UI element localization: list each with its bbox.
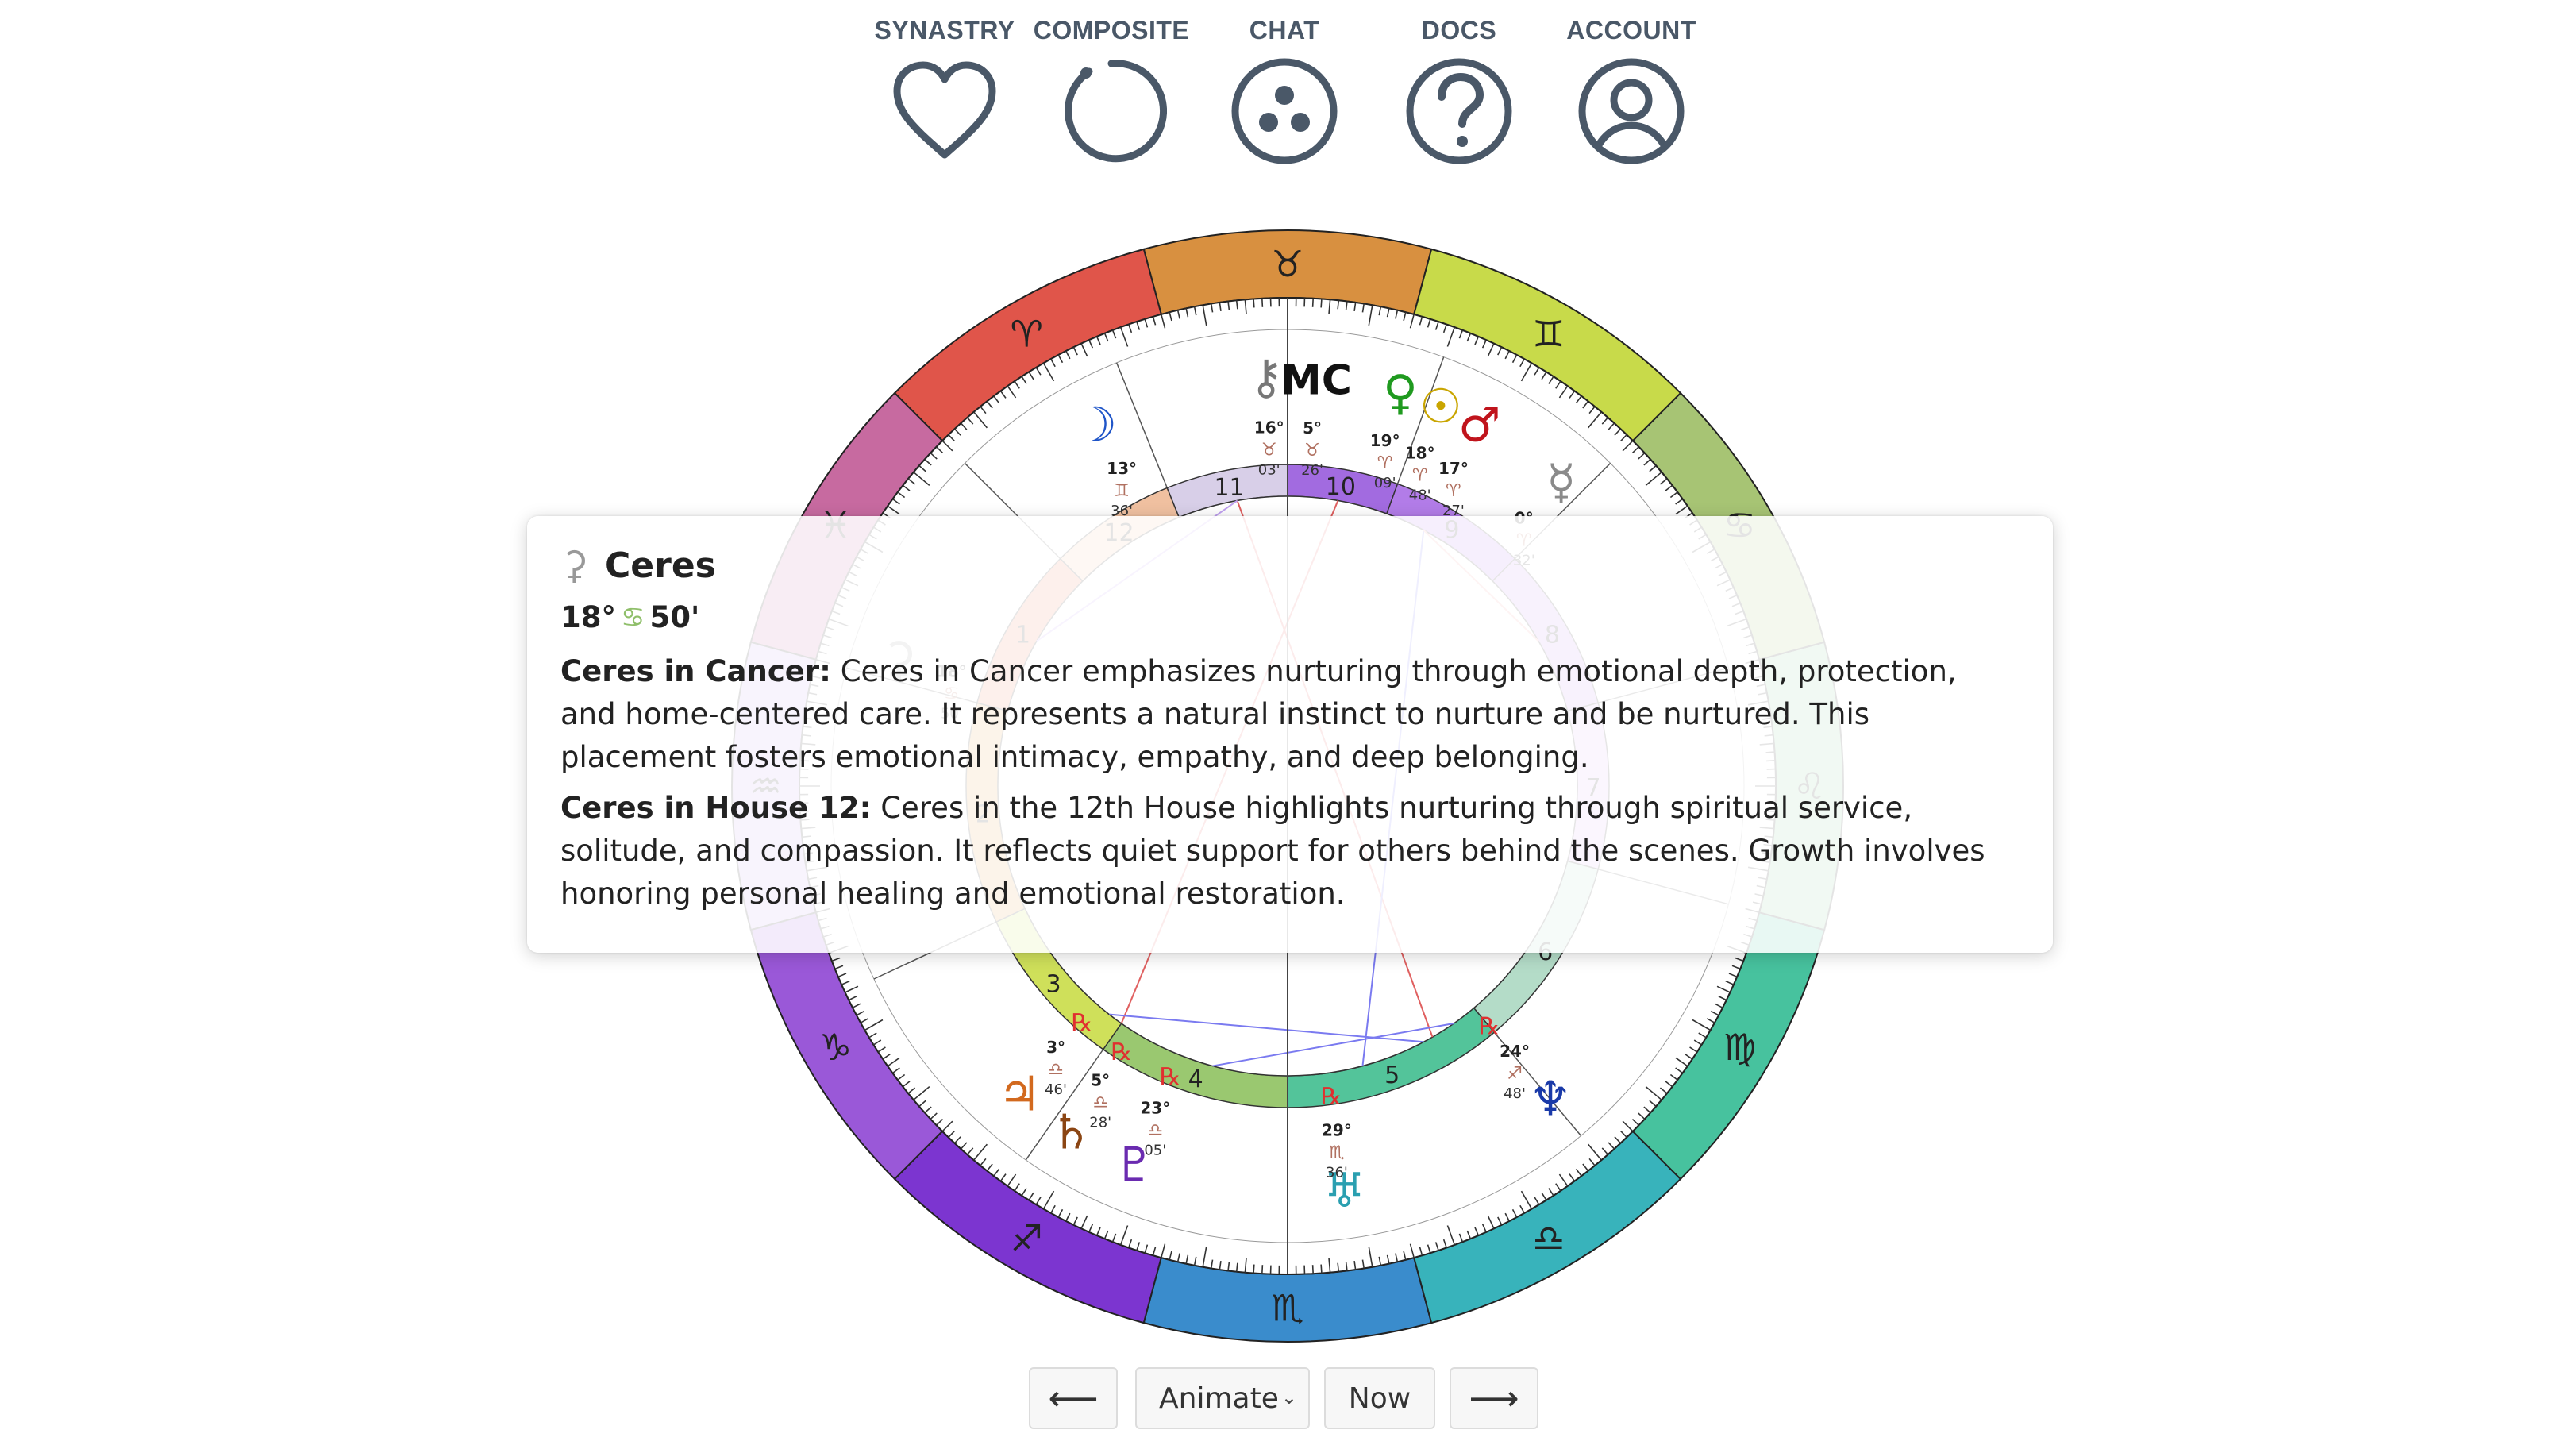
tooltip-position: 18° ♋ 50' (560, 600, 2020, 634)
planet-sign-icon: ♉ (1261, 441, 1277, 461)
next-button[interactable]: ⟶ (1450, 1367, 1538, 1429)
planet-minutes: 03' (1258, 462, 1280, 479)
mars-icon: ♂ (1458, 397, 1501, 453)
planet-degree: 5° (1303, 418, 1322, 437)
tooltip-sign-paragraph: Ceres in Cancer: Ceres in Cancer emphasi… (560, 650, 2020, 779)
planet-sign-icon: ♎ (1092, 1093, 1108, 1112)
planet-sign-icon: ♈ (1446, 481, 1461, 501)
tooltip-minutes: 50' (649, 600, 700, 634)
planet-degree: 13° (1107, 459, 1137, 478)
tooltip-degree: 18° (560, 600, 616, 634)
planet-degree: 18° (1405, 443, 1435, 462)
tooltip-header: ⚳ Ceres (560, 540, 2020, 591)
planet-sign-icon: ♊ (1114, 481, 1130, 501)
mercury-icon: ☿ (1546, 454, 1576, 510)
zodiac-sign-glyph: ♑ (819, 1026, 852, 1069)
planet-degree: 29° (1322, 1121, 1352, 1140)
planet-degree: 24° (1500, 1042, 1530, 1061)
animate-select[interactable]: Animate ⌄ (1135, 1367, 1310, 1429)
prev-button[interactable]: ⟵ (1029, 1367, 1118, 1429)
planet-sign-icon: ♉ (1304, 441, 1320, 461)
tooltip-house-paragraph: Ceres in House 12: Ceres in the 12th Hou… (560, 787, 2020, 915)
zodiac-sign-glyph: ♉ (1271, 243, 1303, 286)
zodiac-sign-glyph: ♊ (1532, 313, 1565, 356)
planet-sign-icon: ♈ (1377, 453, 1393, 473)
planet-sign-icon: ♎ (1048, 1060, 1064, 1080)
retrograde-icon: ℞ (1478, 1013, 1500, 1041)
tooltip-title: Ceres (605, 545, 716, 586)
now-button-label: Now (1348, 1382, 1411, 1415)
retrograde-icon: ℞ (1321, 1083, 1342, 1111)
house-number: 3 (1046, 970, 1061, 998)
planet-minutes: 26' (1301, 462, 1323, 479)
retrograde-icon: ℞ (1160, 1063, 1181, 1091)
sun-icon: ☉ (1419, 380, 1462, 435)
planet-tooltip: ⚳ Ceres 18° ♋ 50' Ceres in Cancer: Ceres… (527, 516, 2053, 953)
chiron-icon: ⚷ (1249, 350, 1284, 406)
zodiac-sign-glyph: ♈ (1011, 313, 1043, 356)
planet-sign-icon: ♐ (1507, 1064, 1523, 1084)
jupiter-icon: ♃ (998, 1067, 1041, 1123)
planet-minutes: 36' (1326, 1165, 1348, 1181)
moon-icon: ☽ (1074, 397, 1117, 453)
tooltip-house-label: Ceres in House 12: (560, 791, 872, 825)
house-number: 10 (1326, 473, 1356, 501)
planet-degree: 5° (1091, 1070, 1110, 1089)
planet-minutes: 48' (1409, 487, 1431, 503)
animate-select-value: Animate (1159, 1382, 1279, 1415)
arrow-right-icon: ⟶ (1469, 1378, 1519, 1419)
mc-icon: MC (1280, 356, 1352, 404)
retrograde-icon: ℞ (1071, 1009, 1092, 1037)
house-number: 11 (1214, 474, 1244, 502)
ceres-icon: ⚳ (560, 543, 589, 588)
retrograde-icon: ℞ (1111, 1039, 1132, 1066)
house-number: 5 (1384, 1062, 1400, 1089)
planet-minutes: 09' (1374, 475, 1396, 491)
planet-minutes: 48' (1504, 1085, 1526, 1102)
venus-icon: ♀ (1383, 365, 1418, 421)
planet-degree: 17° (1438, 459, 1469, 478)
cancer-icon: ♋ (621, 601, 645, 634)
tooltip-sign-label: Ceres in Cancer: (560, 654, 831, 688)
zodiac-sign-glyph: ♏ (1271, 1287, 1303, 1330)
planet-minutes: 46' (1045, 1081, 1067, 1098)
planet-minutes: 28' (1089, 1114, 1111, 1131)
house-number: 4 (1188, 1066, 1203, 1093)
zodiac-sign-glyph: ♎ (1532, 1216, 1565, 1259)
planet-degree: 16° (1254, 418, 1284, 437)
planet-degree: 3° (1046, 1038, 1065, 1057)
planet-sign-icon: ♏ (1329, 1143, 1345, 1163)
planet-degree: 19° (1370, 431, 1400, 450)
zodiac-sign-glyph: ♐ (1011, 1216, 1043, 1259)
zodiac-sign-glyph: ♍ (1723, 1026, 1756, 1069)
time-controls: ⟵ Animate ⌄ Now ⟶ (0, 1367, 2576, 1436)
saturn-icon: ♄ (1049, 1105, 1092, 1161)
neptune-icon: ♆ (1529, 1072, 1572, 1127)
chevron-down-icon: ⌄ (1280, 1386, 1297, 1409)
now-button[interactable]: Now (1324, 1367, 1435, 1429)
planet-sign-icon: ♈ (1412, 465, 1428, 485)
planet-minutes: 05' (1144, 1143, 1166, 1159)
planet-degree: 23° (1140, 1099, 1170, 1118)
arrow-left-icon: ⟵ (1048, 1378, 1099, 1419)
planet-sign-icon: ♎ (1147, 1121, 1163, 1141)
